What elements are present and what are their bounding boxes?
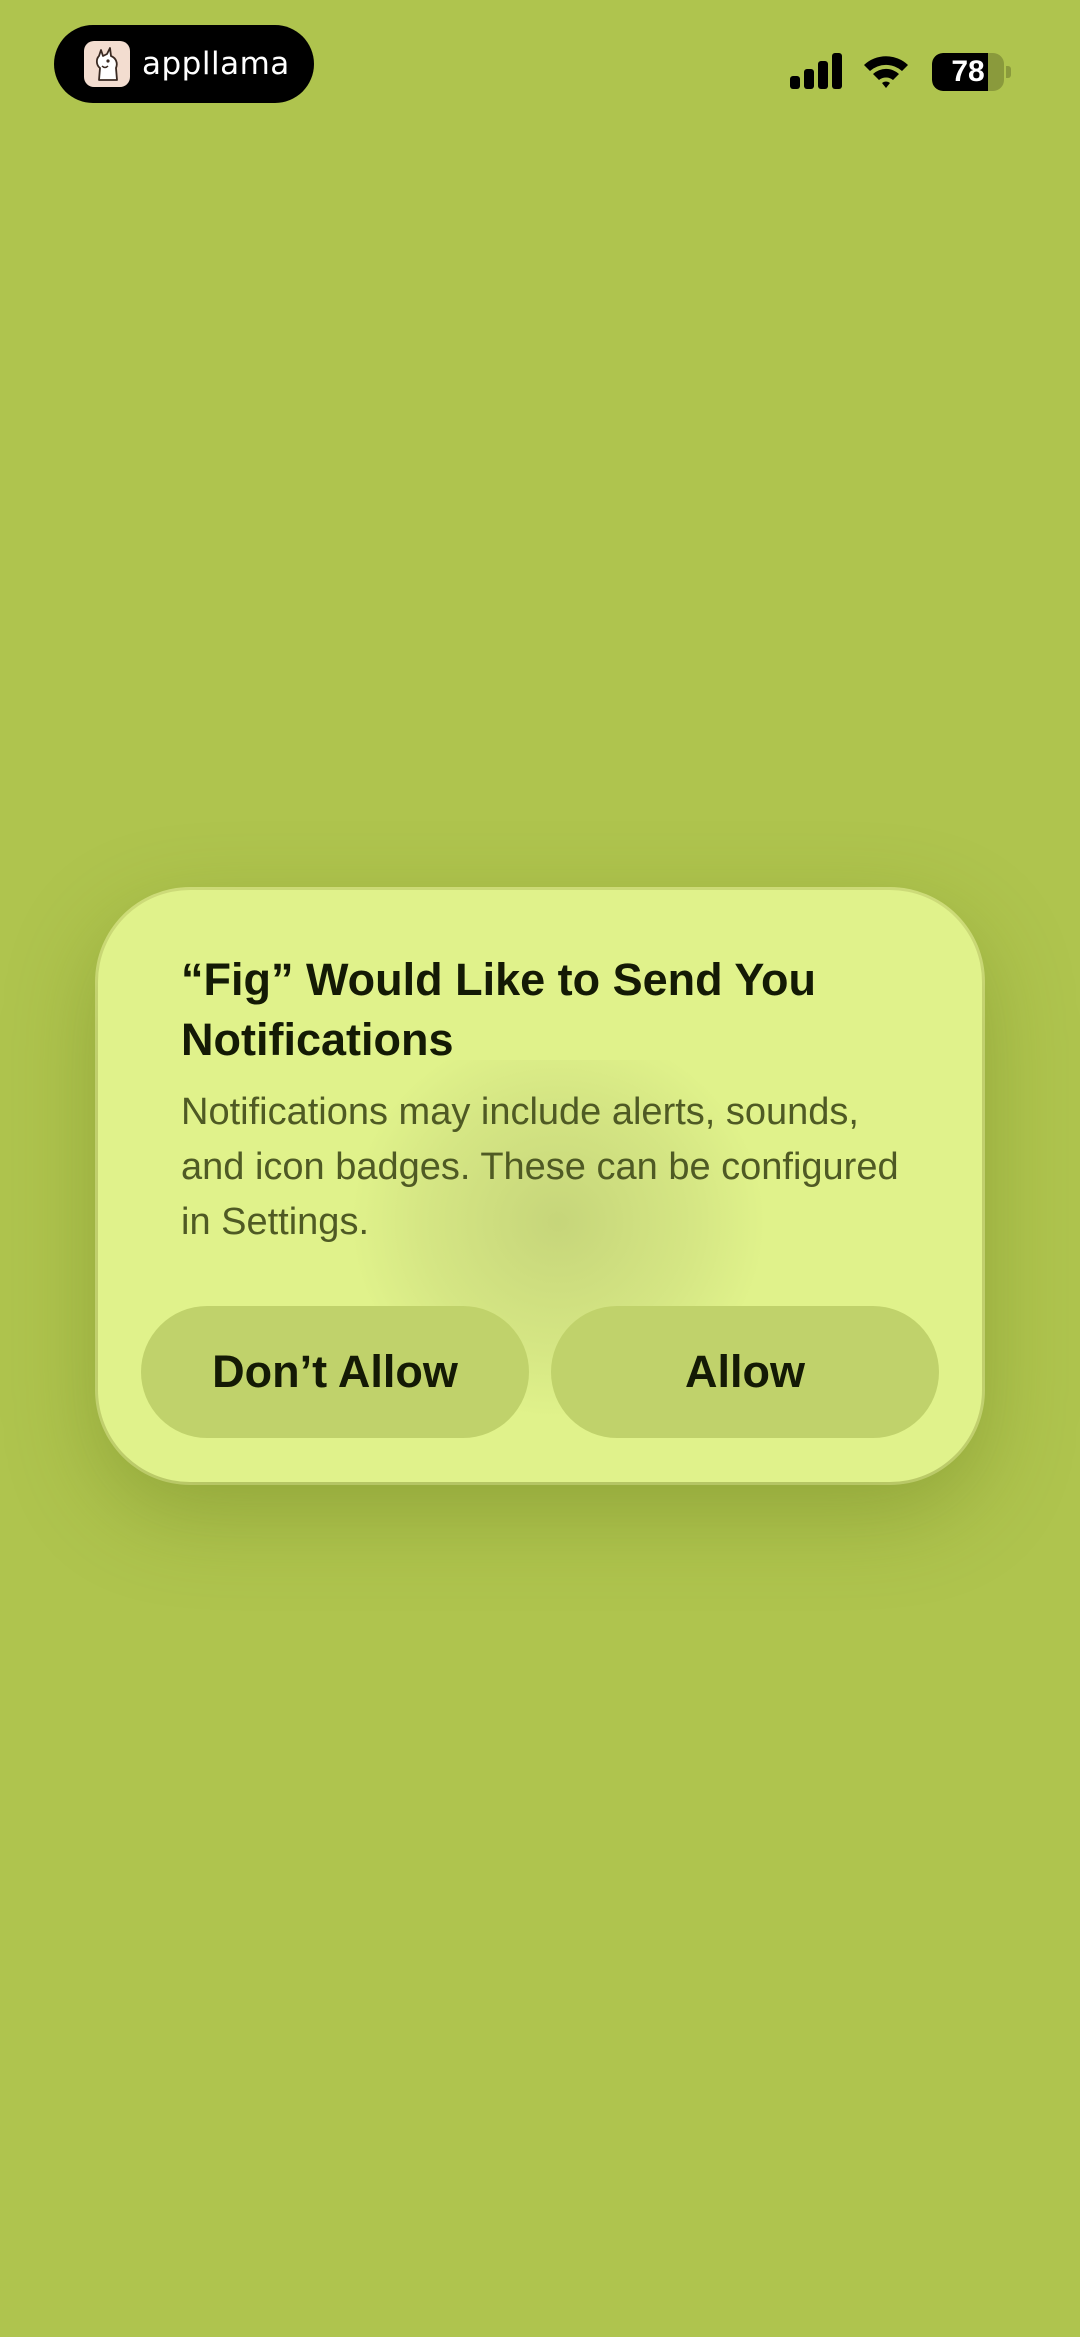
wifi-icon [864,56,908,88]
battery-cap [1006,66,1011,78]
notification-permission-dialog: “Fig” Would Like to Send You Notificatio… [98,890,982,1482]
dialog-title: “Fig” Would Like to Send You Notificatio… [181,954,816,1065]
app-name: appllama [142,46,290,82]
battery-level-text: 78 [951,55,985,88]
dont-allow-button[interactable]: Don’t Allow [141,1306,529,1438]
app-pill[interactable]: appllama [54,25,314,103]
battery-icon: 78 [932,53,1004,91]
llama-logo-icon [84,41,130,87]
battery-indicator: 78 [932,53,1012,91]
allow-button[interactable]: Allow [551,1306,939,1438]
cellular-signal-icon [790,53,842,89]
status-bar: appllama 78 [0,0,1080,140]
dialog-message: Notifications may include alerts, sounds… [181,1091,899,1243]
